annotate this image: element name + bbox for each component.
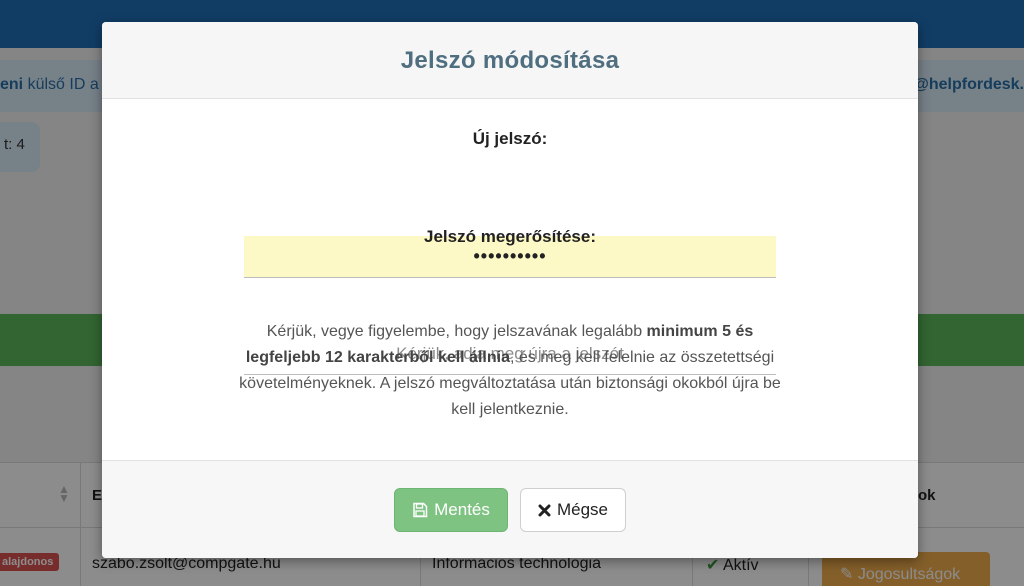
modal-footer: Mentés Mégse [102,460,918,558]
cancel-button-label: Mégse [556,500,609,519]
floppy-disk-icon [412,502,428,518]
modal-title: Jelszó módosítása [400,47,620,74]
notice-text-start: Kérjük, vegye figyelembe, hogy jelszaván… [266,323,647,340]
confirm-password-label: Jelszó megerősítése: [424,227,596,246]
cancel-button[interactable]: Mégse [520,488,626,532]
x-mark-icon [538,504,551,517]
modal-header: Jelszó módosítása [102,22,918,99]
save-button-label: Mentés [434,500,490,519]
change-password-modal: Jelszó módosítása Új jelszó: Jelszó mege… [102,22,918,558]
new-password-label: Új jelszó: [472,129,548,148]
password-requirements-notice: Kérjük, vegye figyelembe, hogy jelszaván… [232,319,788,423]
save-button[interactable]: Mentés [394,488,508,532]
modal-body: Új jelszó: Jelszó megerősítése: Kérjük, … [102,99,918,460]
